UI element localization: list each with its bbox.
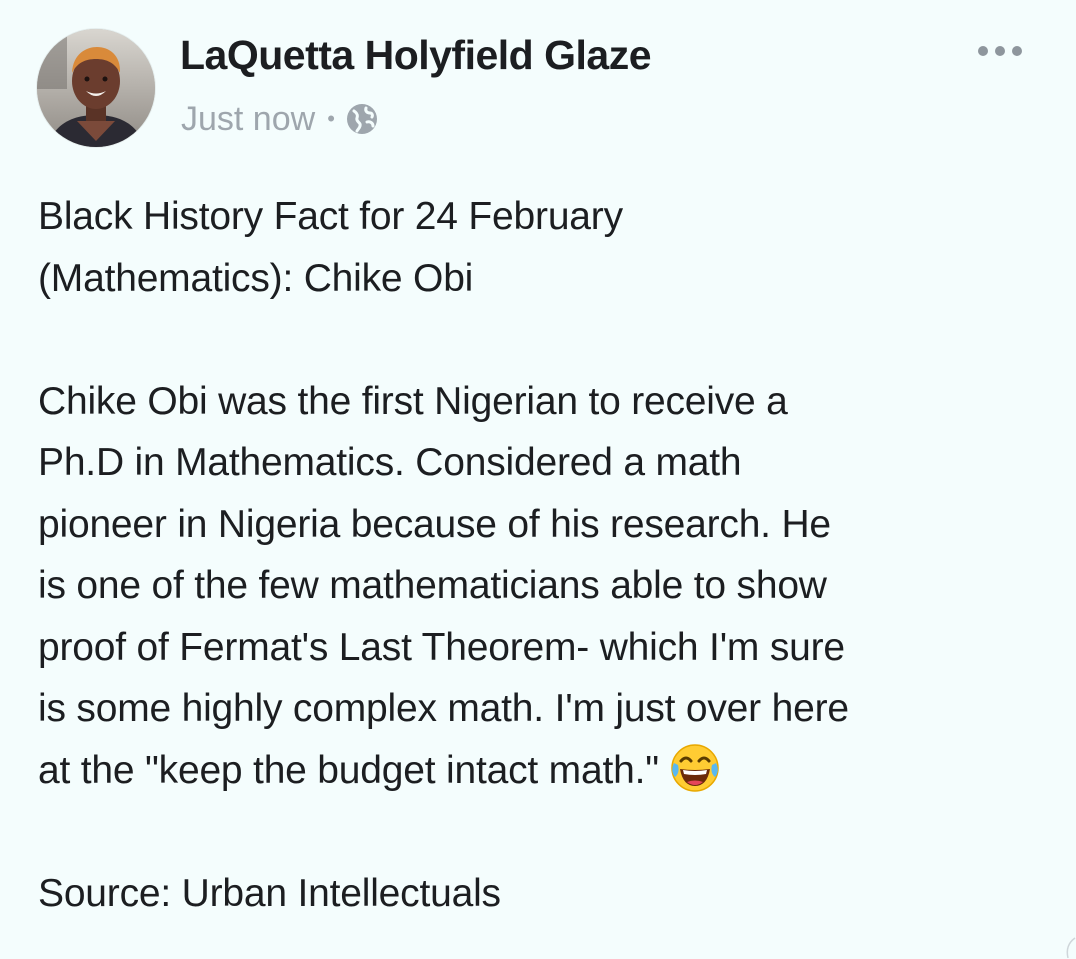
more-dot	[1012, 46, 1022, 56]
more-dot	[978, 46, 988, 56]
profile-photo	[37, 29, 155, 147]
face-with-tears-of-joy-emoji	[669, 741, 721, 793]
globe-icon[interactable]	[345, 102, 379, 136]
body-line: proof of Fermat's Last Theorem- which I'…	[38, 625, 845, 669]
post-body: Black History Fact for 24 February (Math…	[38, 186, 1058, 924]
body-line: (Mathematics): Chike Obi	[38, 256, 474, 300]
body-line: at the "keep the budget intact math."	[38, 748, 659, 792]
post-source: Source: Urban Intellectuals	[38, 871, 501, 915]
body-line: Ph.D in Mathematics. Considered a math	[38, 441, 742, 484]
body-line: Chike Obi was the first Nigerian to rece…	[38, 379, 788, 423]
body-line: is some highly complex math. I'm just ov…	[38, 687, 849, 730]
body-line-with-emoji: at the "keep the budget intact math."	[38, 740, 1058, 802]
author-avatar[interactable]	[37, 29, 155, 147]
more-options-icon[interactable]	[968, 36, 1032, 66]
more-dot	[995, 46, 1005, 56]
body-line: Black History Fact for 24 February	[38, 195, 623, 238]
body-line: is one of the few mathematicians able to…	[38, 564, 827, 607]
post-timestamp[interactable]: Just now	[181, 100, 315, 139]
corner-decoration	[1062, 937, 1076, 959]
post-meta: Just now •	[181, 97, 379, 141]
author-name[interactable]: LaQuetta Holyfield Glaze	[180, 32, 652, 79]
meta-separator: •	[327, 106, 335, 131]
post-card: LaQuetta Holyfield Glaze Just now • Blac…	[0, 0, 1076, 959]
body-line: pioneer in Nigeria because of his resear…	[38, 502, 831, 546]
